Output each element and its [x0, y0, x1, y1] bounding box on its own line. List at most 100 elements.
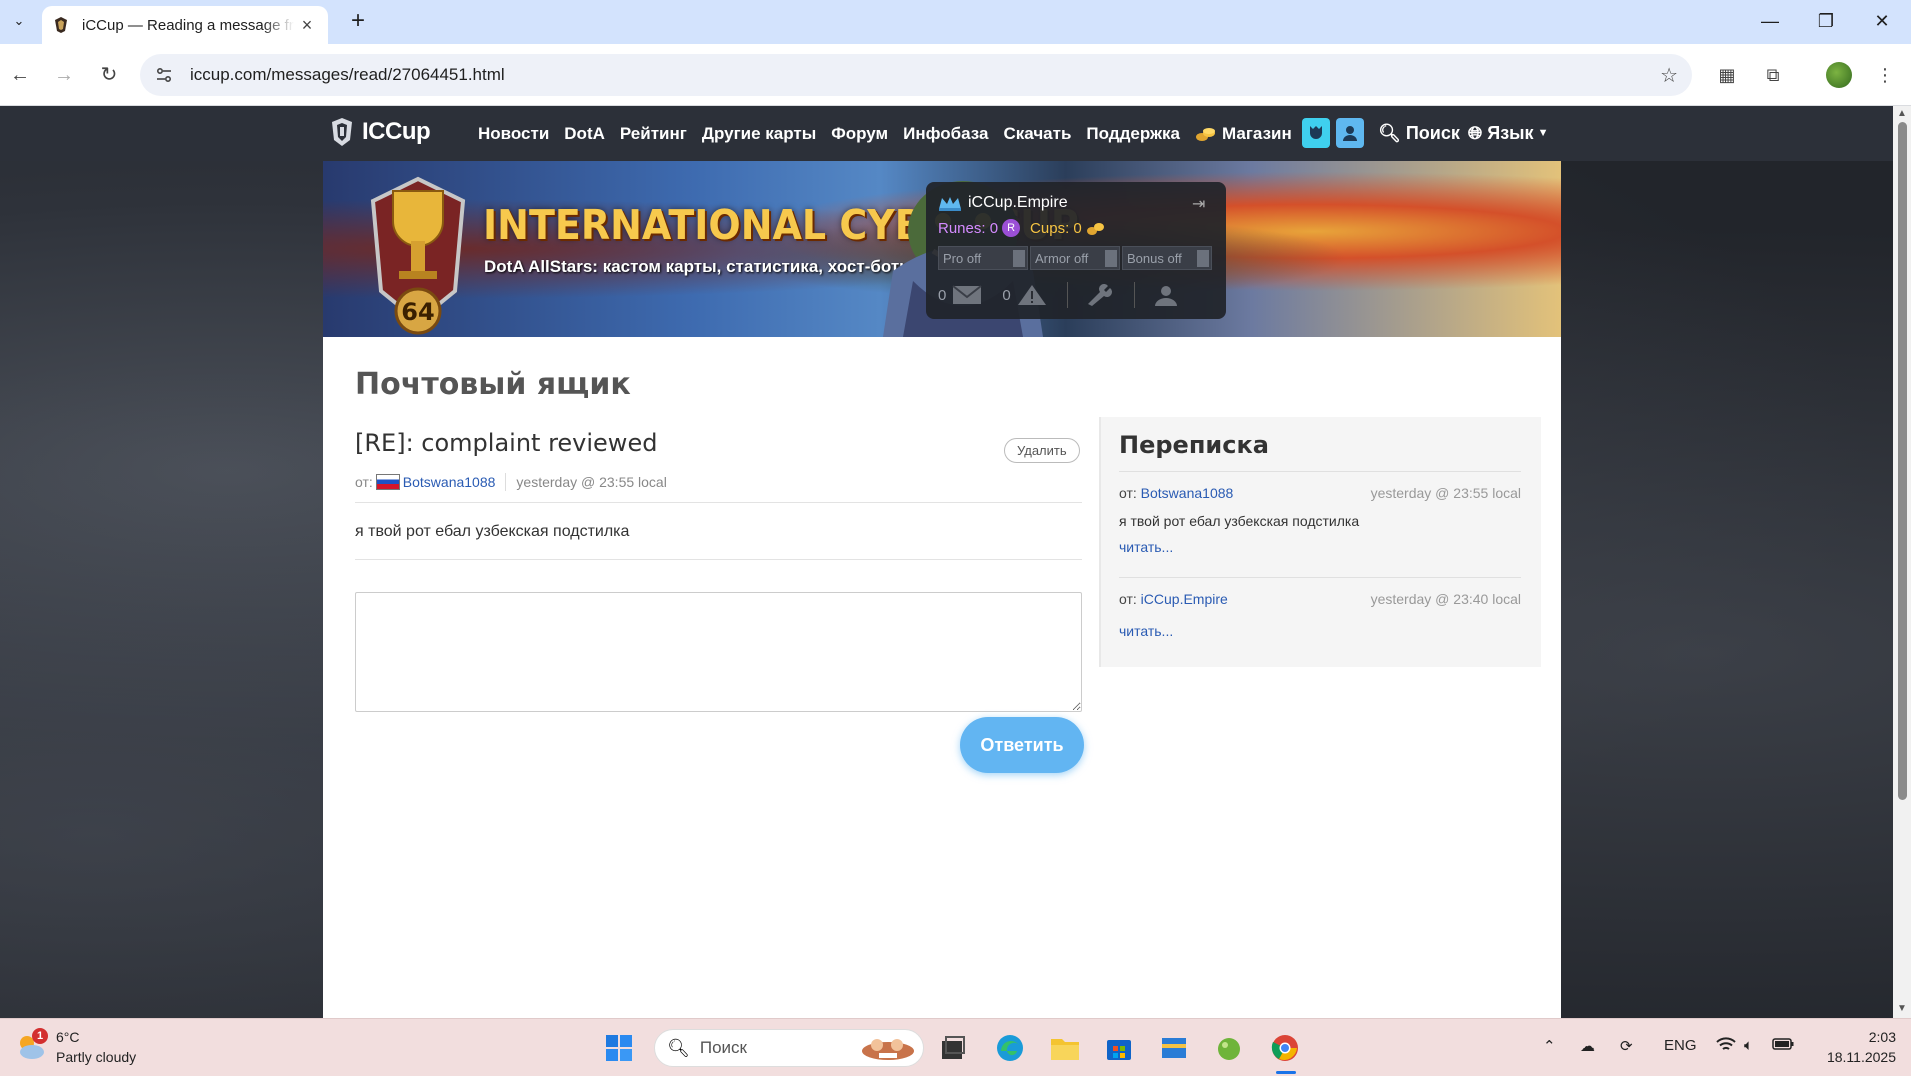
- nav-language[interactable]: 🌐︎ Язык ▼: [1468, 123, 1549, 144]
- tab-close-icon[interactable]: ×: [296, 15, 318, 36]
- site-info-icon[interactable]: [146, 57, 182, 93]
- nav-dota[interactable]: DotA: [564, 124, 605, 144]
- friends-icon[interactable]: [1151, 284, 1181, 306]
- nav-search[interactable]: 🔍︎ Поиск: [1378, 123, 1460, 144]
- windows-taskbar: 1 6°C Partly cloudy 🔍︎ Поиск ⌃ ☁︎ ⟳ ENG: [0, 1018, 1911, 1076]
- input-language[interactable]: ENG: [1664, 1037, 1697, 1054]
- author-link[interactable]: Botswana1088: [403, 474, 496, 490]
- start-windows-icon[interactable]: [601, 1030, 637, 1066]
- browser-toolbar: ← → ↻ iccup.com/messages/read/27064451.h…: [0, 44, 1911, 106]
- qr-code-icon[interactable]: ▦: [1712, 60, 1742, 90]
- menu-kebab-icon[interactable]: ⋮: [1870, 60, 1900, 90]
- active-app-indicator: [1276, 1071, 1296, 1074]
- toggle-knob: [1105, 250, 1117, 267]
- iccup-logo[interactable]: ICCup: [326, 116, 431, 148]
- main-nav: Новости DotA Рейтинг Другие карты Форум …: [478, 106, 1307, 161]
- system-clock[interactable]: 2:03 18.11.2025: [1816, 1027, 1896, 1067]
- new-tab-button[interactable]: +: [344, 8, 372, 36]
- message-body: я твой рот ебал узбекская подстилка: [355, 523, 630, 540]
- onedrive-cloud-icon[interactable]: ☁︎: [1580, 1037, 1595, 1055]
- nav-rating[interactable]: Рейтинг: [620, 124, 687, 144]
- nav-infobase[interactable]: Инфобаза: [903, 124, 988, 144]
- divider: [355, 559, 1082, 560]
- from-label: от:: [1119, 591, 1137, 607]
- tray-chevron-up-icon[interactable]: ⌃: [1543, 1037, 1556, 1055]
- reload-icon[interactable]: ↻: [93, 59, 125, 91]
- shop-label: Магазин: [1222, 123, 1292, 143]
- battery-icon[interactable]: [1772, 1037, 1794, 1055]
- toggle-knob: [1013, 250, 1025, 267]
- forward-arrow-icon[interactable]: →: [48, 59, 80, 91]
- profile-icon[interactable]: [1336, 118, 1364, 148]
- caret-down-icon: ▼: [1537, 127, 1549, 139]
- conversation-item: от: iCCup.Empire yesterday @ 23:40 local…: [1119, 591, 1521, 639]
- tab-search-chevron-icon[interactable]: ⌄: [6, 8, 32, 34]
- page-scrollbar[interactable]: ▲ ▼: [1893, 106, 1911, 1018]
- nav-forum[interactable]: Форум: [831, 124, 888, 144]
- url-text: iccup.com/messages/read/27064451.html: [190, 65, 505, 84]
- warning-triangle-icon[interactable]: [1017, 284, 1047, 306]
- file-explorer-icon[interactable]: [1047, 1030, 1083, 1066]
- username[interactable]: iCCup.Empire: [968, 194, 1068, 212]
- weather-widget[interactable]: 1 6°C Partly cloudy: [14, 1027, 136, 1067]
- task-view-icon[interactable]: [935, 1030, 971, 1066]
- wifi-icon[interactable]: [1716, 1037, 1736, 1057]
- reply-button[interactable]: Ответить: [960, 717, 1084, 773]
- address-bar[interactable]: iccup.com/messages/read/27064451.html ☆: [140, 54, 1692, 96]
- conversation-panel: Переписка от: Botswana1088 yesterday @ 2…: [1099, 417, 1541, 667]
- taskbar-search[interactable]: 🔍︎ Поиск: [654, 1029, 924, 1067]
- profile-avatar[interactable]: [1826, 62, 1852, 88]
- nav-other-maps[interactable]: Другие карты: [702, 124, 816, 144]
- divider: [1119, 577, 1521, 578]
- bookmark-star-icon[interactable]: ☆: [1660, 63, 1678, 88]
- volume-icon[interactable]: 🔈︎: [1744, 1037, 1753, 1054]
- conversation-author-link[interactable]: iCCup.Empire: [1141, 591, 1228, 607]
- browser-tab[interactable]: iCCup — Reading a message from ×: [42, 6, 328, 44]
- main-content: Почтовый ящик [RE]: complaint reviewed У…: [323, 337, 1561, 1018]
- page-title: Почтовый ящик: [355, 367, 631, 402]
- back-arrow-icon[interactable]: ←: [4, 59, 36, 91]
- cups-coin-icon: [1086, 223, 1104, 235]
- read-more-link[interactable]: читать...: [1119, 539, 1521, 555]
- cups-count: Cups: 0: [1030, 219, 1082, 237]
- minimize-icon[interactable]: —: [1750, 6, 1790, 36]
- delete-button[interactable]: Удалить: [1004, 438, 1080, 463]
- chrome-icon[interactable]: [1267, 1030, 1303, 1066]
- close-window-icon[interactable]: ✕: [1862, 6, 1902, 36]
- conversation-time: yesterday @ 23:55 local: [1370, 485, 1521, 501]
- scroll-up-icon[interactable]: ▲: [1897, 108, 1907, 119]
- rune-icon: R: [1002, 219, 1021, 237]
- read-more-link[interactable]: читать...: [1119, 623, 1521, 639]
- nav-shop[interactable]: Магазин: [1195, 124, 1292, 144]
- extensions-icon[interactable]: ⧉: [1758, 60, 1788, 90]
- scrollbar-thumb[interactable]: [1898, 122, 1907, 800]
- logout-icon[interactable]: ⇥: [1192, 194, 1214, 214]
- wrench-icon[interactable]: [1084, 284, 1114, 306]
- conversation-author-link[interactable]: Botswana1088: [1141, 485, 1234, 501]
- microsoft-store-icon[interactable]: [1101, 1030, 1137, 1066]
- trophy-emblem-icon: 64: [370, 176, 466, 335]
- taskbar-search-placeholder: Поиск: [699, 1038, 747, 1057]
- reply-textarea[interactable]: [355, 592, 1082, 712]
- game-app-icon[interactable]: [1211, 1030, 1247, 1066]
- edge-browser-icon[interactable]: [992, 1030, 1028, 1066]
- nav-news[interactable]: Новости: [478, 124, 549, 144]
- toggle-knob: [1197, 250, 1209, 267]
- message-time: yesterday @ 23:55 local: [516, 474, 667, 490]
- pro-toggle[interactable]: Pro off: [938, 246, 1028, 270]
- nav-support[interactable]: Поддержка: [1086, 124, 1180, 144]
- restore-icon[interactable]: ❐: [1806, 6, 1846, 36]
- mail-envelope-icon[interactable]: [952, 284, 982, 306]
- app-icon[interactable]: [1156, 1030, 1192, 1066]
- conversation-title: Переписка: [1119, 431, 1269, 459]
- sync-icon[interactable]: ⟳: [1620, 1037, 1633, 1055]
- language-label: Язык: [1487, 122, 1534, 143]
- nav-download[interactable]: Скачать: [1004, 124, 1072, 144]
- clan-icon[interactable]: [1302, 118, 1330, 148]
- scroll-down-icon[interactable]: ▼: [1897, 1003, 1907, 1014]
- bonus-toggle-label: Bonus off: [1127, 251, 1182, 266]
- bonus-toggle[interactable]: Bonus off: [1122, 246, 1212, 270]
- armor-toggle[interactable]: Armor off: [1030, 246, 1120, 270]
- iccup-logo-icon: [332, 118, 352, 146]
- banner-badge-number: 64: [401, 298, 434, 326]
